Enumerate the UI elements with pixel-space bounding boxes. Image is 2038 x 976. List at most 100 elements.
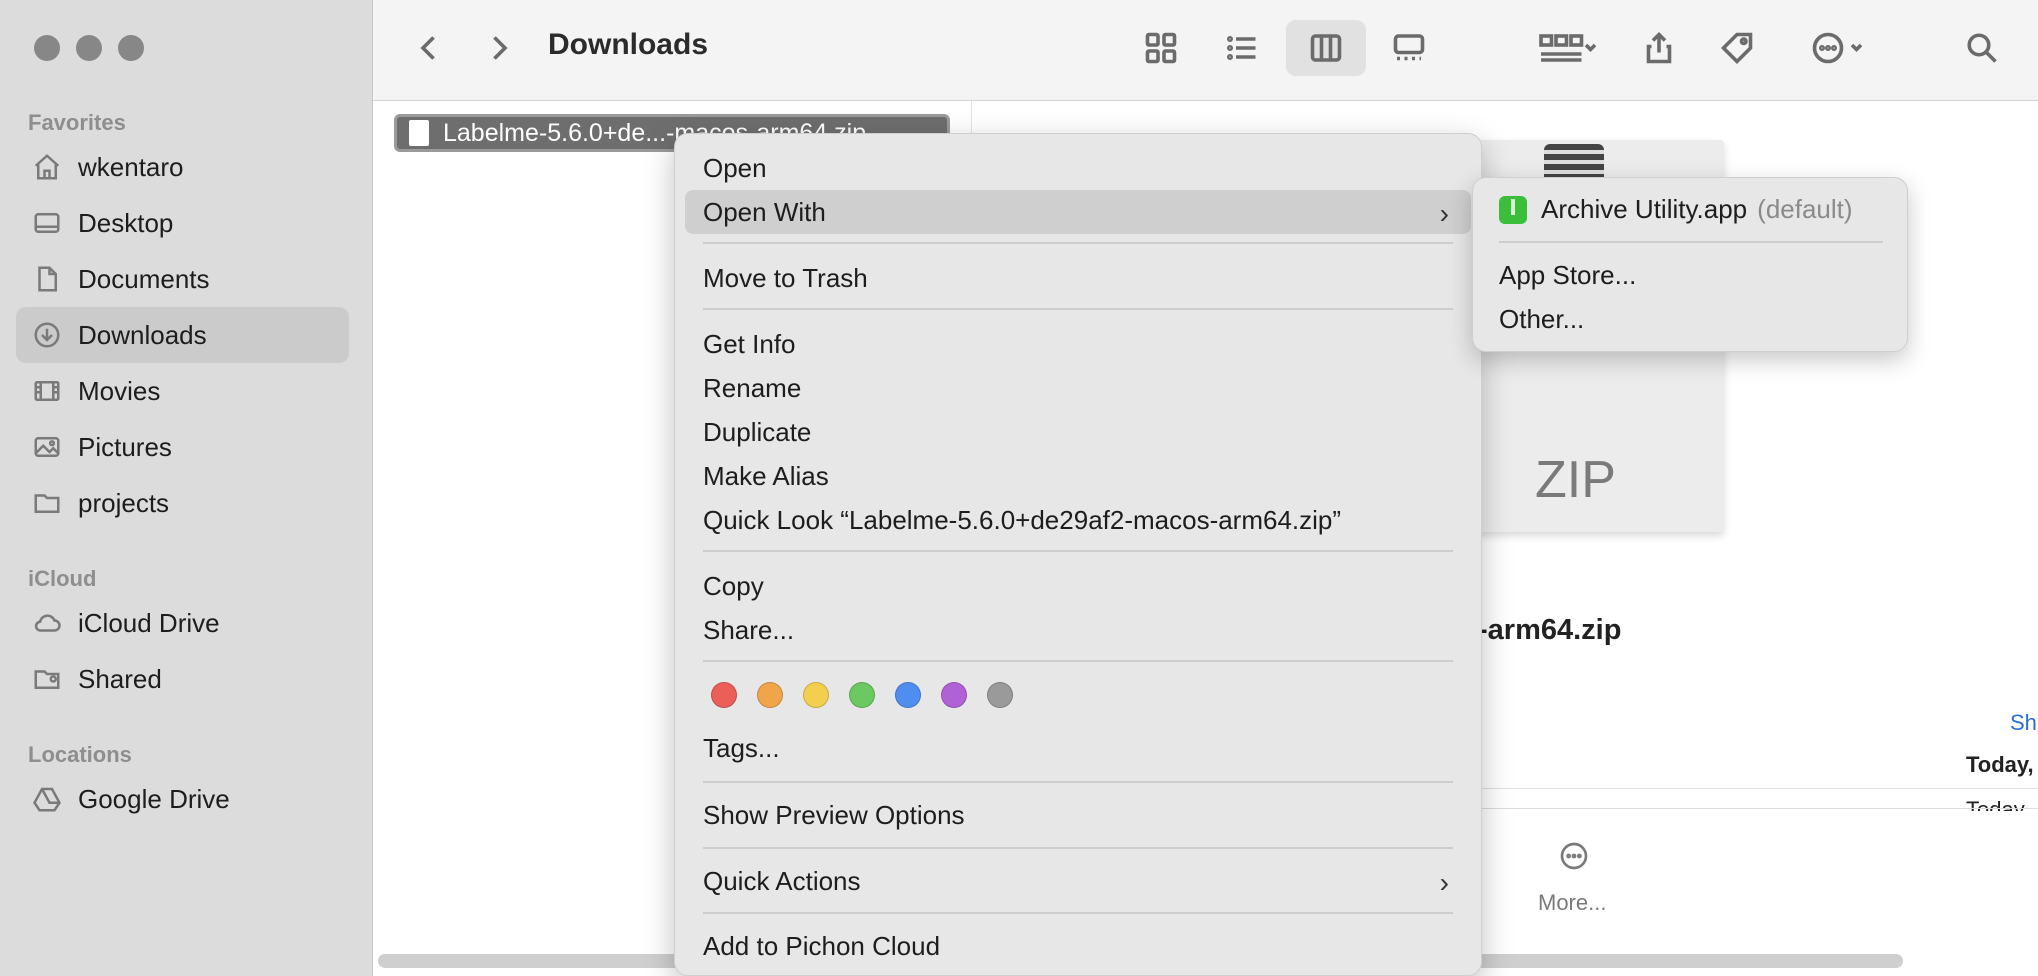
menu-item-quick-look[interactable]: Quick Look “Labelme-5.6.0+de29af2-macos-… [685, 498, 1471, 542]
preview-divider [1440, 788, 2038, 789]
list-view-button[interactable] [1216, 20, 1268, 76]
group-icon [1539, 34, 1597, 62]
submenu-item-archive-utility[interactable]: Archive Utility.app (default) [1499, 194, 1853, 225]
group-by-button[interactable] [1528, 20, 1608, 76]
archive-utility-icon [1499, 195, 1527, 224]
menu-item-open[interactable]: Open [685, 146, 1471, 190]
forward-button[interactable] [473, 20, 525, 76]
sidebar-item-pictures[interactable]: Pictures [16, 419, 349, 475]
columns-icon [1310, 34, 1342, 62]
menu-item-label: Quick Look “Labelme-5.6.0+de29af2-macos-… [703, 504, 1342, 535]
menu-item-tags[interactable]: Tags... [685, 726, 1471, 770]
more-actions-button[interactable] [1558, 840, 1590, 872]
back-button[interactable] [403, 20, 455, 76]
open-with-submenu: Archive Utility.app (default) App Store.… [1472, 177, 1908, 352]
tag-red-button[interactable] [711, 682, 737, 708]
tag-green-button[interactable] [849, 682, 875, 708]
menu-item-show-preview-options[interactable]: Show Preview Options [685, 793, 1471, 837]
share-icon [1646, 31, 1672, 64]
gallery-icon [1393, 34, 1425, 61]
shared-folder-icon [30, 662, 64, 696]
menu-item-open-with[interactable]: Open With › [685, 190, 1471, 234]
search-button[interactable] [1956, 20, 2008, 76]
sidebar-item-icloud-drive[interactable]: iCloud Drive [16, 595, 349, 651]
menu-item-label: Duplicate [703, 416, 812, 447]
zoom-window-button[interactable] [118, 35, 144, 61]
preview-created-date: Today, [1966, 752, 2034, 777]
home-icon [30, 150, 64, 184]
tag-gray-button[interactable] [987, 682, 1013, 708]
menu-item-label: Move to Trash [703, 262, 868, 293]
tag-purple-button[interactable] [941, 682, 967, 708]
sidebar-item-shared[interactable]: Shared [16, 651, 349, 707]
menu-separator [1499, 241, 1883, 243]
default-label: (default) [1757, 194, 1853, 224]
more-actions-label: More... [1538, 890, 1607, 915]
list-icon [1227, 35, 1256, 61]
sidebar-item-label: Pictures [78, 431, 172, 462]
tag-button[interactable] [1711, 20, 1763, 76]
submenu-item-other[interactable]: Other... [1499, 304, 1584, 335]
menu-item-move-to-trash[interactable]: Move to Trash [685, 256, 1471, 300]
menu-item-quick-actions[interactable]: Quick Actions › [685, 859, 1471, 903]
sidebar-item-downloads[interactable]: Downloads [16, 307, 349, 363]
menu-item-rename[interactable]: Rename [685, 366, 1471, 410]
menu-item-label: Make Alias [703, 460, 829, 491]
menu-separator [703, 242, 1453, 244]
show-more-link[interactable]: Sh [2010, 710, 2037, 736]
menu-item-label: Tags... [703, 732, 780, 763]
sidebar-item-label: Google Drive [78, 783, 230, 814]
sidebar-item-projects[interactable]: projects [16, 475, 349, 531]
gallery-view-button[interactable] [1383, 20, 1435, 76]
document-icon [30, 262, 64, 296]
grid-icon [1145, 32, 1177, 64]
icloud-section-label: iCloud [28, 566, 97, 591]
chevron-right-icon: › [1439, 198, 1449, 229]
menu-item-label: Share... [703, 614, 795, 645]
submenu-item-app-store[interactable]: App Store... [1499, 260, 1636, 291]
sidebar-item-wkentaro[interactable]: wkentaro [16, 139, 349, 195]
icon-view-button[interactable] [1135, 20, 1187, 76]
sidebar-item-label: Movies [78, 375, 161, 406]
menu-item-duplicate[interactable]: Duplicate [685, 410, 1471, 454]
menu-separator [703, 550, 1453, 552]
tag-blue-button[interactable] [895, 682, 921, 708]
menu-item-label: Get Info [703, 328, 796, 359]
menu-item-make-alias[interactable]: Make Alias [685, 454, 1471, 498]
sidebar-item-label: Desktop [78, 207, 174, 238]
column-view-button[interactable] [1286, 20, 1366, 76]
sidebar-item-desktop[interactable]: Desktop [16, 195, 349, 251]
chevron-right-icon: › [1439, 867, 1449, 898]
chevron-right-icon [493, 36, 508, 60]
menu-item-label: Show Preview Options [703, 799, 965, 830]
action-menu-button[interactable] [1800, 20, 1880, 76]
chevron-left-icon [420, 36, 435, 60]
menu-item-get-info[interactable]: Get Info [685, 322, 1471, 366]
sidebar-item-label: iCloud Drive [78, 607, 220, 638]
sidebar-item-movies[interactable]: Movies [16, 363, 349, 419]
ellipsis-circle-icon [1560, 842, 1588, 870]
sidebar-item-label: Documents [78, 263, 210, 294]
cloud-icon [30, 606, 64, 640]
menu-item-copy[interactable]: Copy [685, 564, 1471, 608]
menu-item-label: Open [703, 152, 767, 183]
menu-separator [703, 660, 1453, 662]
google-drive-icon [30, 782, 64, 816]
sidebar-item-google-drive[interactable]: Google Drive [16, 771, 349, 827]
share-button[interactable] [1633, 20, 1685, 76]
minimize-window-button[interactable] [76, 35, 102, 61]
zip-file-icon [409, 120, 429, 146]
menu-item-add-to-pichon-cloud[interactable]: Add to Pichon Cloud [685, 924, 1471, 968]
locations-section-label: Locations [28, 742, 132, 767]
menu-item-share[interactable]: Share... [685, 608, 1471, 652]
sidebar-item-label: Downloads [78, 319, 207, 350]
submenu-item-label: Other... [1499, 304, 1585, 334]
tag-yellow-button[interactable] [803, 682, 829, 708]
tag-orange-button[interactable] [757, 682, 783, 708]
submenu-item-label: Archive Utility.app [1541, 194, 1748, 224]
sidebar-item-documents[interactable]: Documents [16, 251, 349, 307]
preview-file-name: -arm64.zip [1478, 614, 1622, 646]
tag-icon [1720, 32, 1753, 65]
close-window-button[interactable] [34, 35, 60, 61]
menu-item-label: Quick Actions [703, 865, 861, 896]
